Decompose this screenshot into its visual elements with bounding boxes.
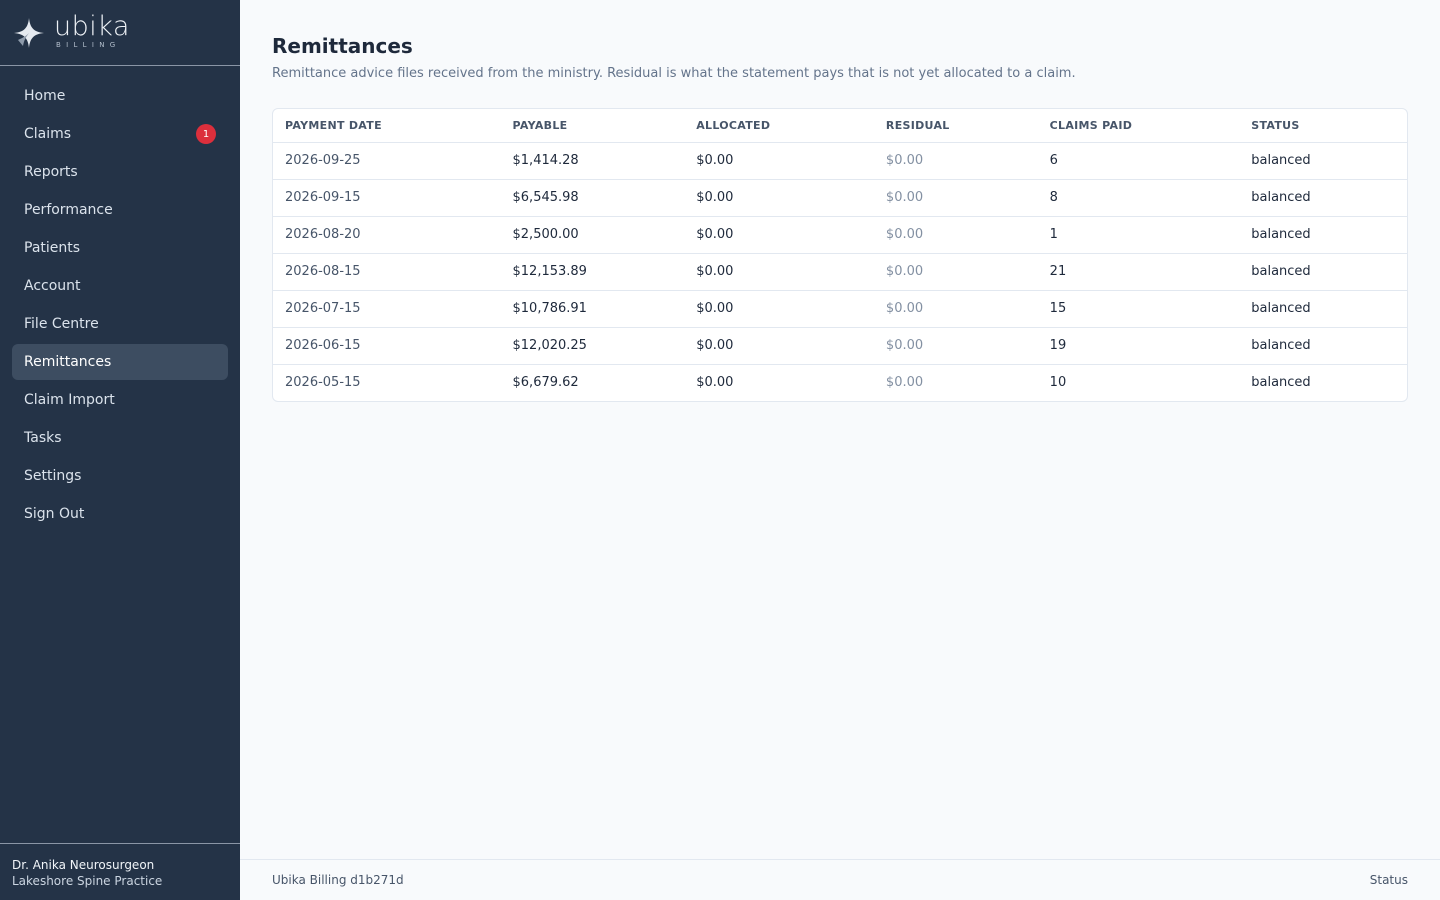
cell-payment-date: 2026-08-20 (273, 216, 501, 254)
user-practice: Lakeshore Spine Practice (12, 874, 163, 888)
table-row[interactable]: 2026-08-20 $2,500.00 $0.00 $0.00 1 balanced (273, 216, 1407, 254)
cell-status: balanced (1239, 290, 1407, 328)
sidebar-item-reports[interactable]: Reports (12, 154, 228, 190)
cell-status: balanced (1239, 216, 1407, 254)
notification-badge: 1 (196, 124, 216, 144)
sidebar-item-file-centre[interactable]: File Centre (12, 306, 228, 342)
cell-residual: $0.00 (873, 216, 1038, 254)
sidebar-item-label: Sign Out (24, 506, 85, 522)
cell-residual: $0.00 (873, 253, 1038, 291)
column-header-payable: PAYABLE (500, 109, 685, 143)
cell-payable: $1,414.28 (500, 142, 685, 180)
table-row[interactable]: 2026-06-15 $12,020.25 $0.00 $0.00 19 balanced (273, 327, 1407, 365)
cell-payment-date: 2026-06-15 (273, 327, 501, 365)
cell-allocated: $0.00 (684, 216, 874, 254)
cell-payable: $2,500.00 (500, 216, 685, 254)
cell-claims-paid: 1 (1037, 216, 1240, 254)
sidebar-item-label: Settings (24, 468, 82, 484)
cell-payable: $12,153.89 (500, 253, 685, 291)
sidebar-item-label: Claims (24, 126, 72, 142)
table-header-row: PAYMENT DATE PAYABLE ALLOCATED RESIDUAL CLAI… (273, 109, 1407, 143)
cell-claims-paid: 19 (1037, 327, 1240, 365)
sidebar-item-settings[interactable]: Settings (12, 458, 228, 494)
ubika-logo-icon (14, 17, 44, 48)
main-content: Remittances Remittance advice files rece… (240, 0, 1440, 900)
sidebar-item-label: File Centre (24, 316, 99, 332)
cell-payment-date: 2026-08-15 (273, 253, 501, 291)
cell-payable: $10,786.91 (500, 290, 685, 328)
sidebar-item-label: Account (24, 278, 81, 294)
sidebar-item-label: Home (24, 88, 66, 104)
cell-payment-date: 2026-07-15 (273, 290, 501, 328)
cell-status: balanced (1239, 327, 1407, 365)
cell-residual: $0.00 (873, 179, 1038, 217)
cell-allocated: $0.00 (684, 327, 874, 365)
cell-payable: $12,020.25 (500, 327, 685, 365)
status-link[interactable]: Status (1370, 873, 1408, 887)
column-header-allocated: ALLOCATED (684, 109, 874, 143)
cell-claims-paid: 10 (1049, 375, 1067, 391)
cell-residual: $0.00 (873, 142, 1038, 180)
cell-allocated: $0.00 (684, 179, 874, 217)
cell-payable: $6,679.62 (512, 375, 579, 391)
cell-claims-paid: 8 (1037, 179, 1240, 217)
version-label: Ubika Billing d1b271d (272, 873, 404, 887)
sidebar-item-patients[interactable]: Patients (12, 230, 228, 266)
sidebar-item-label: Claim Import (24, 392, 115, 408)
sidebar-item-claim-import[interactable]: Claim Import (12, 382, 228, 418)
sidebar-item-label: Tasks (24, 430, 62, 446)
table-row[interactable]: 2026-09-15 $6,545.98 $0.00 $0.00 8 balanced (273, 179, 1407, 217)
sidebar-item-remittances[interactable]: Remittances (12, 344, 228, 380)
cell-payment-date: 2026-09-25 (273, 142, 501, 180)
sidebar-item-home[interactable]: Home (12, 78, 228, 114)
cell-status: balanced (1251, 375, 1311, 391)
sidebar-item-sign-out[interactable]: Sign Out (12, 496, 228, 532)
cell-residual: $0.00 (873, 290, 1038, 328)
sidebar-item-claims[interactable]: Claims 1 (12, 116, 228, 152)
user-name: Dr. Anika Neurosurgeon (12, 858, 155, 872)
sidebar-item-account[interactable]: Account (12, 268, 228, 304)
column-header-status: STATUS (1239, 109, 1407, 143)
sidebar-item-label: Patients (24, 240, 81, 256)
table-row[interactable]: 2026-09-25 $1,414.28 $0.00 $0.00 6 balanced (273, 142, 1407, 180)
brand-name: ubika (54, 10, 130, 42)
cell-claims-paid: 6 (1037, 142, 1240, 180)
column-header-residual: RESIDUAL (873, 109, 1038, 143)
cell-residual: $0.00 (885, 375, 924, 391)
sidebar-item-performance[interactable]: Performance (12, 192, 228, 228)
column-header-payment-date: PAYMENT DATE (273, 109, 501, 143)
cell-allocated: $0.00 (684, 290, 874, 328)
brand-logo[interactable]: ubika BILLING (0, 0, 240, 66)
cell-payment-date: 2026-09-15 (273, 179, 501, 217)
sidebar-nav: Home Claims 1 Reports Performance Patients Acc… (0, 66, 240, 532)
table-body: 2026-09-25 $1,414.28 $0.00 $0.00 6 balanced 20… (273, 142, 1407, 401)
table-row[interactable]: 2026-08-15 $12,153.89 $0.00 $0.00 21 balanced (273, 253, 1407, 291)
cell-payable: $6,545.98 (500, 179, 685, 217)
cell-allocated: $0.00 (684, 253, 874, 291)
column-header-claims-paid: CLAIMS PAID (1037, 109, 1240, 143)
cell-payment-date: 2026-05-15 (285, 375, 361, 391)
cell-allocated: $0.00 (684, 142, 874, 180)
cell-residual: $0.00 (873, 327, 1038, 365)
remittances-table: PAYMENT DATE PAYABLE ALLOCATED RESIDUAL CLAI… (272, 108, 1408, 402)
cell-claims-paid: 15 (1037, 290, 1240, 328)
sidebar-item-label: Reports (24, 164, 78, 180)
sidebar: ubika BILLING Home Claims 1 Reports Performa… (0, 0, 240, 900)
cell-status: balanced (1239, 179, 1407, 217)
cell-claims-paid: 21 (1037, 253, 1240, 291)
sidebar-item-tasks[interactable]: Tasks (12, 420, 228, 456)
table-row[interactable]: 2026-07-15 $10,786.91 $0.00 $0.00 15 balanced (273, 290, 1407, 328)
footer: Ubika Billing d1b271d Status (240, 859, 1440, 900)
cell-status: balanced (1239, 142, 1407, 180)
sidebar-item-label: Remittances (24, 354, 112, 370)
page-title: Remittances (272, 34, 413, 58)
cell-allocated: $0.00 (696, 375, 734, 391)
user-info: Dr. Anika Neurosurgeon Lakeshore Spine P… (0, 843, 240, 900)
brand-subtitle: BILLING (56, 40, 121, 49)
cell-status: balanced (1239, 253, 1407, 291)
page-subtitle: Remittance advice files received from th… (272, 66, 1076, 81)
sidebar-item-label: Performance (24, 202, 113, 218)
table-row[interactable]: 2026-05-15 $6,679.62 $0.00 $0.00 10 balanced (273, 364, 1407, 401)
